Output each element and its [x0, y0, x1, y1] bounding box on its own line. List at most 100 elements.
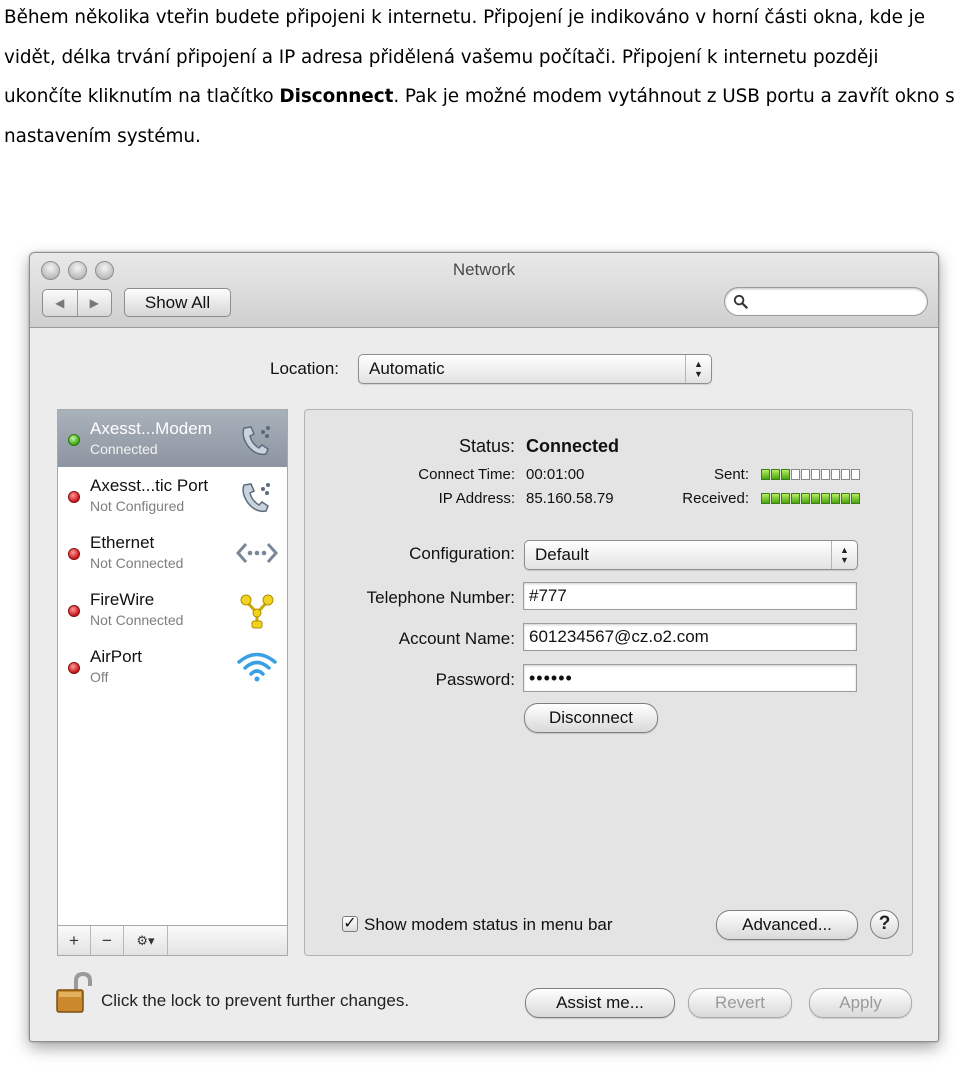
status-dot-red — [68, 491, 80, 503]
service-item-ethernet[interactable]: Ethernet Not Connected — [58, 524, 287, 581]
show-modem-status-label: Show modem status in menu bar — [364, 915, 613, 934]
show-all-button[interactable]: Show All — [124, 288, 231, 317]
service-name: Axesst...tic Port — [90, 476, 209, 495]
search-icon — [733, 294, 748, 309]
received-meter-segment — [771, 493, 780, 504]
telephone-modem-icon — [242, 426, 270, 456]
search-input[interactable] — [724, 287, 928, 316]
password-label: Password: — [435, 670, 515, 689]
telephone-number-label: Telephone Number: — [366, 588, 515, 607]
remove-service-button[interactable]: − — [91, 926, 124, 955]
apply-button[interactable]: Apply — [809, 988, 912, 1018]
sent-meter-segment — [811, 469, 820, 480]
received-meter-segment — [851, 493, 860, 504]
account-name-field[interactable]: 601234567@cz.o2.com — [523, 623, 857, 651]
service-state: Off — [90, 669, 109, 685]
sent-label: Sent: — [713, 466, 749, 483]
forward-button[interactable]: ▶ — [76, 290, 112, 316]
configuration-value: Default — [535, 545, 589, 564]
service-state: Not Connected — [90, 612, 184, 628]
gear-icon: ⚙▾ — [136, 932, 155, 948]
service-name: Axesst...Modem — [90, 419, 212, 438]
received-meter-segment — [801, 493, 810, 504]
service-name: AirPort — [90, 647, 142, 666]
received-meter-segment — [781, 493, 790, 504]
add-service-button[interactable]: + — [58, 926, 91, 955]
configuration-label: Configuration: — [409, 544, 515, 563]
service-state: Not Configured — [90, 498, 185, 514]
service-state: Not Connected — [90, 555, 184, 571]
triangle-right-icon: ▶ — [89, 296, 99, 310]
received-meter-segment — [791, 493, 800, 504]
firewire-icon — [240, 594, 274, 629]
service-list: Axesst...Modem Connected Axesst...tic Po… — [57, 409, 288, 956]
service-name: FireWire — [90, 590, 155, 609]
back-forward-control: ◀ ▶ — [42, 289, 112, 317]
received-meter-segment — [761, 493, 770, 504]
service-detail-panel: Status: Connected Connect Time: 00:01:00… — [304, 409, 913, 956]
sent-meter-segment — [821, 469, 830, 480]
ethernet-icon — [236, 543, 278, 563]
sent-activity-meter — [761, 469, 860, 480]
sent-meter-segment — [831, 469, 840, 480]
connect-time-label: Connect Time: — [418, 466, 515, 483]
unlocked-padlock-icon[interactable] — [55, 971, 93, 1015]
service-item-axesst-port[interactable]: Axesst...tic Port Not Configured — [58, 467, 287, 524]
service-name: Ethernet — [90, 533, 155, 552]
password-field[interactable]: •••••• — [523, 664, 857, 692]
ip-address-label: IP Address: — [438, 490, 515, 507]
sent-meter-segment — [771, 469, 780, 480]
received-meter-segment — [831, 493, 840, 504]
window-title: Network — [452, 260, 516, 279]
show-modem-status-checkbox[interactable]: ✓ — [342, 916, 358, 932]
gear-menu-button[interactable]: ⚙▾ — [124, 926, 168, 955]
connect-time-value: 00:01:00 — [526, 466, 585, 483]
sent-meter-segment — [761, 469, 770, 480]
account-name-label: Account Name: — [398, 629, 515, 648]
service-item-airport[interactable]: AirPort Off — [58, 638, 287, 695]
revert-button[interactable]: Revert — [688, 988, 792, 1018]
wifi-icon — [237, 652, 277, 682]
location-popup[interactable]: Automatic ▲ ▼ — [358, 354, 712, 384]
window-toolbar: Network ◀ ▶ Show All — [30, 253, 938, 328]
lock-hint-text: Click the lock to prevent further change… — [101, 991, 410, 1010]
sent-meter-segment — [841, 469, 850, 480]
status-dot-red — [68, 662, 80, 674]
received-meter-segment — [821, 493, 830, 504]
service-item-axesst-modem[interactable]: Axesst...Modem Connected — [58, 410, 287, 467]
telephone-modem-icon — [242, 483, 270, 513]
received-label: Received: — [682, 490, 749, 507]
checkmark-icon: ✓ — [343, 915, 357, 932]
back-button[interactable]: ◀ — [43, 290, 77, 316]
updown-arrows-icon: ▲ ▼ — [831, 541, 857, 569]
ip-address-value: 85.160.58.79 — [526, 490, 614, 507]
sent-meter-segment — [791, 469, 800, 480]
status-dot-red — [68, 548, 80, 560]
service-item-firewire[interactable]: FireWire Not Connected — [58, 581, 287, 638]
status-value: Connected — [526, 436, 620, 456]
location-value: Automatic — [369, 359, 445, 378]
disconnect-button[interactable]: Disconnect — [524, 703, 658, 733]
received-meter-segment — [841, 493, 850, 504]
sent-meter-segment — [851, 469, 860, 480]
advanced-button[interactable]: Advanced... — [716, 910, 858, 940]
status-label: Status: — [458, 436, 515, 456]
status-dot-red — [68, 605, 80, 617]
received-activity-meter — [761, 493, 860, 504]
configuration-popup[interactable]: Default ▲ ▼ — [524, 540, 858, 570]
updown-arrows-icon: ▲ ▼ — [685, 355, 711, 383]
document-paragraph: Během několika vteřin budete připojeni k… — [4, 0, 960, 156]
telephone-number-field[interactable]: #777 — [523, 582, 857, 610]
service-list-toolbar: + − ⚙▾ — [58, 925, 287, 955]
location-label: Location: — [270, 359, 339, 378]
sent-meter-segment — [781, 469, 790, 480]
triangle-left-icon: ◀ — [55, 296, 65, 310]
sent-meter-segment — [801, 469, 810, 480]
status-dot-green — [68, 434, 80, 446]
paragraph-bold-text: Disconnect — [279, 86, 394, 107]
help-button[interactable]: ? — [870, 910, 899, 939]
service-state: Connected — [90, 441, 158, 457]
received-meter-segment — [811, 493, 820, 504]
network-preferences-window: Network ◀ ▶ Show All Location: Automatic… — [29, 252, 939, 1042]
assist-me-button[interactable]: Assist me... — [525, 988, 675, 1018]
